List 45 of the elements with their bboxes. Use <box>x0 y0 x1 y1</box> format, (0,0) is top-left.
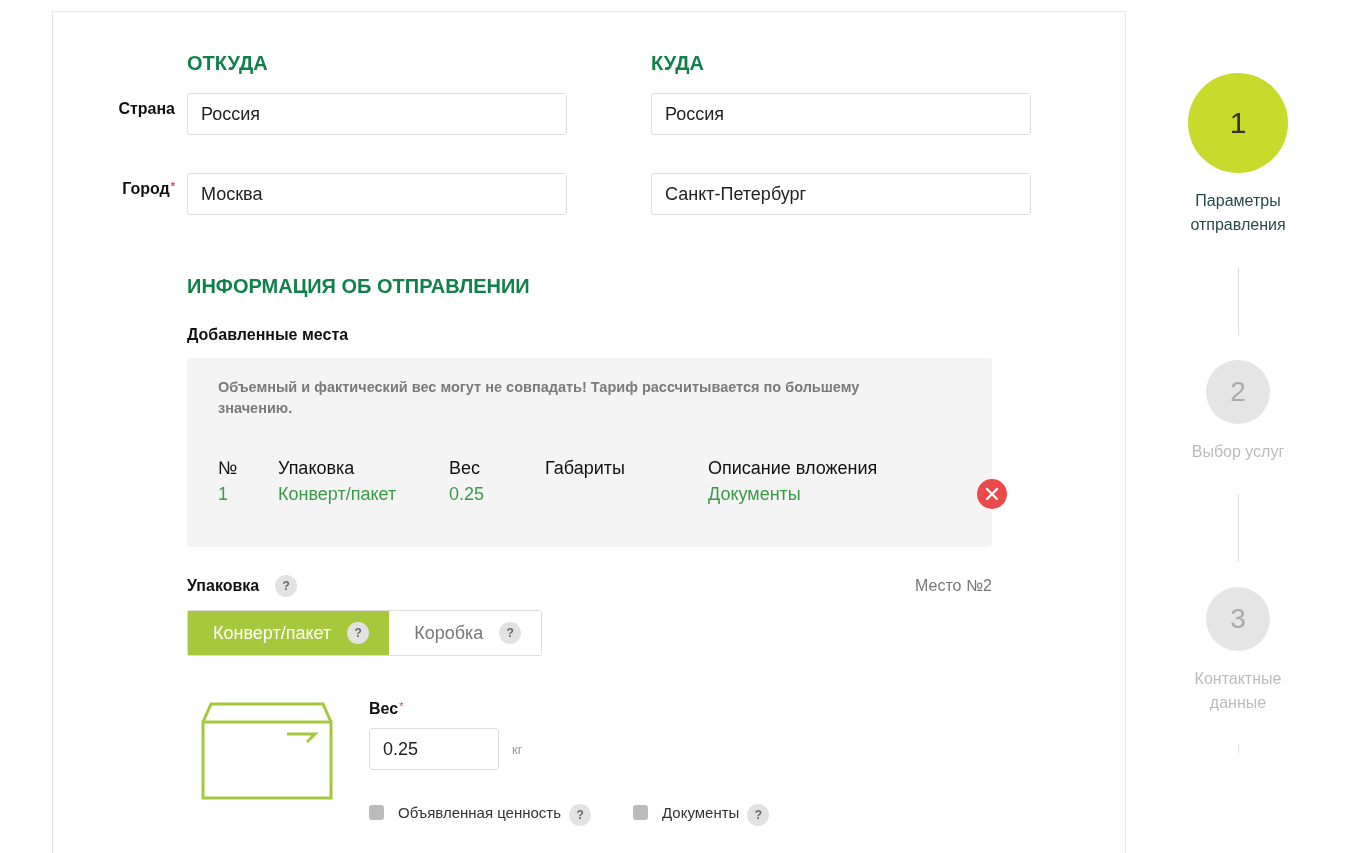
subheading: Добавленные места <box>187 326 349 344</box>
input-field[interactable]: Россия <box>651 93 1031 135</box>
step-label: Выбор услуг <box>1190 442 1286 462</box>
section-heading: ИНФОРМАЦИЯ ОБ ОТПРАВЛЕНИИ <box>187 275 531 298</box>
column-header: Упаковка <box>278 457 355 479</box>
column-header: Описание вложения <box>708 457 878 479</box>
help-icon[interactable]: ? <box>569 804 592 826</box>
column-header: Вес <box>449 457 481 479</box>
step-circle: 2 <box>1206 360 1270 424</box>
field-label: Город <box>122 180 170 197</box>
step-circle: 3 <box>1206 587 1270 651</box>
step-label: Контактные данные <box>1193 669 1283 713</box>
input-field[interactable]: Россия <box>187 93 567 135</box>
step-circle: 1 <box>1188 73 1288 173</box>
checkbox[interactable] <box>369 804 384 820</box>
input-field[interactable]: Санкт-Петербург <box>651 173 1031 215</box>
field-label: Упаковка <box>187 577 260 595</box>
help-icon[interactable]: ? <box>347 622 370 644</box>
place-number: Место №2 <box>915 577 992 595</box>
table-cell: 0.25 <box>449 483 485 505</box>
required-mark: * <box>399 700 404 712</box>
unit-label: кг <box>512 741 523 757</box>
remove-icon[interactable] <box>977 479 1007 509</box>
table-cell: Конверт/пакет <box>278 483 397 505</box>
column-header: № <box>218 457 238 479</box>
field-label: Страна <box>117 99 175 118</box>
section-heading: ОТКУДА <box>187 52 269 75</box>
help-icon[interactable]: ? <box>275 575 298 597</box>
notice-text: Объемный и фактический вес могут не совпадать! Тариф рассчитывается по большему значению. <box>218 378 861 418</box>
help-icon[interactable]: ? <box>747 804 770 826</box>
table-cell: 1 <box>218 483 228 505</box>
help-icon[interactable]: ? <box>499 622 522 644</box>
checkbox-label[interactable]: Объявленная ценность <box>398 803 562 821</box>
checkbox-label[interactable]: Документы <box>662 803 740 821</box>
column-header: Габариты <box>545 457 625 479</box>
checkbox[interactable] <box>633 804 649 820</box>
required-mark: * <box>170 180 175 192</box>
section-heading: КУДА <box>651 52 705 75</box>
envelope-icon <box>201 702 333 800</box>
step-label: Параметры отправления <box>1189 191 1287 235</box>
weight-field[interactable]: 0.25 <box>369 728 499 770</box>
field-label: Вес <box>369 700 399 718</box>
table-cell: Документы <box>708 483 801 505</box>
packing-option[interactable]: Конверт/пакет ? <box>188 611 390 655</box>
input-field[interactable]: Москва <box>187 173 567 215</box>
